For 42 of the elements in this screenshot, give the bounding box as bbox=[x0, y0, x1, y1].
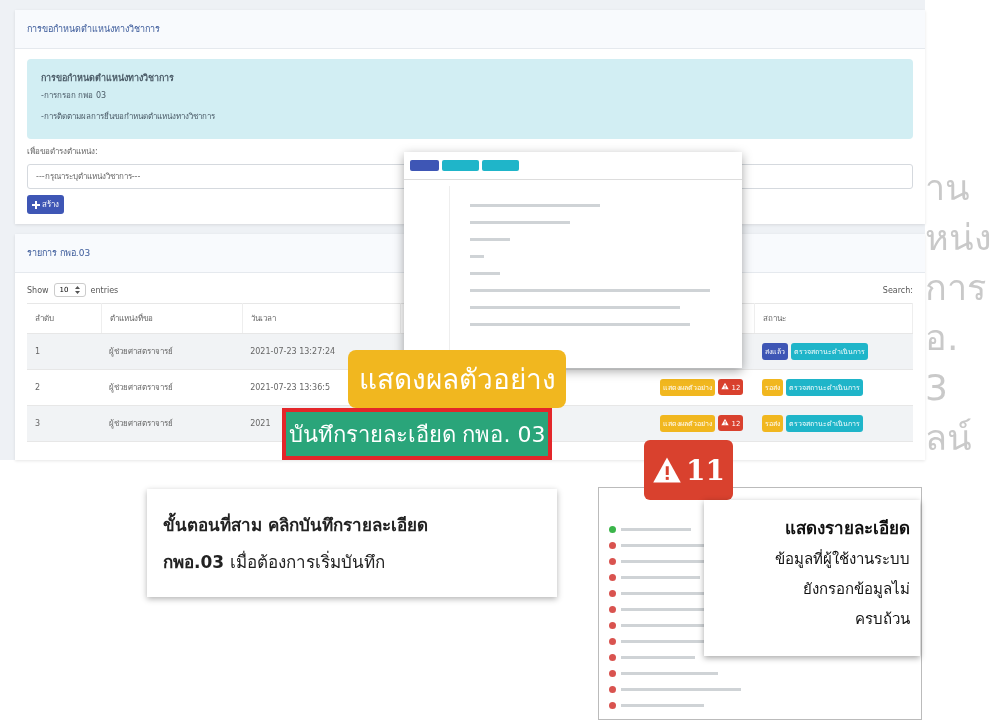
table-cell: 2 bbox=[35, 383, 41, 392]
search-label: Search: bbox=[882, 285, 913, 295]
info-line: -การติดตามผลการยื่นขอกำหนดตำแหน่งทางวิชาการ bbox=[41, 110, 216, 123]
table-cell: ผู้ช่วยศาสตราจารย์ bbox=[109, 347, 174, 356]
info-heading: การขอกำหนดตำแหน่งทางวิชาการ bbox=[41, 72, 175, 85]
table-cell: 2021-07-23 13:27:24 bbox=[250, 347, 336, 356]
card-title: รายการ กพอ.03 bbox=[27, 247, 91, 260]
plus-icon bbox=[32, 200, 40, 209]
column-header[interactable]: วันเวลา bbox=[250, 314, 276, 323]
entries-label: entries bbox=[90, 285, 119, 295]
print-button[interactable] bbox=[410, 160, 439, 171]
warning-callout: 11 bbox=[644, 440, 733, 500]
download-button[interactable] bbox=[482, 160, 519, 171]
blurred-text-line bbox=[470, 238, 510, 241]
warning-icon bbox=[652, 455, 682, 485]
warning-icon bbox=[721, 382, 730, 390]
info-line: -การกรอก กพอ 03 bbox=[41, 90, 108, 102]
note-line: ข้อมูลที่ผู้ใช้งานระบบ bbox=[775, 548, 910, 570]
preview-callout: แสดงผลตัวอย่าง bbox=[348, 350, 566, 408]
blurred-text-line bbox=[621, 528, 691, 531]
table-cell: 2021 bbox=[250, 419, 271, 428]
column-header[interactable]: สถานะ bbox=[762, 314, 786, 323]
step-note: ขั้นตอนที่สาม คลิกบันทึกรายละเอียด กพอ.03 เมื่อต้องการเริ่มบันทึก bbox=[147, 489, 557, 597]
record-details-callout: บันทึกรายละเอียด กพอ. 03 bbox=[282, 408, 552, 460]
sort-icon bbox=[74, 286, 80, 294]
column-header[interactable]: ลำดับ bbox=[35, 314, 54, 323]
note-title: แสดงรายละเอียด bbox=[785, 517, 910, 540]
blurred-text-line bbox=[470, 272, 500, 275]
table-cell: 2021-07-23 13:36:5 bbox=[250, 383, 331, 392]
note-line: ครบถ้วน bbox=[855, 609, 910, 630]
note-line: ยังกรอกข้อมูลไม่ bbox=[803, 579, 910, 600]
column-header[interactable]: ตำแหน่งที่ขอ bbox=[109, 314, 153, 323]
table-cell: ผู้ช่วยศาสตราจารย์ bbox=[109, 419, 174, 428]
toolbar-button[interactable] bbox=[442, 160, 479, 171]
table-cell: 3 bbox=[35, 419, 41, 428]
show-label: Show bbox=[27, 285, 49, 295]
table-cell: 1 bbox=[35, 347, 41, 356]
field-label: เพื่อขอดำรงตำแหน่ง: bbox=[27, 145, 99, 158]
create-button[interactable]: สร้าง bbox=[27, 195, 64, 214]
table-cell: ผู้ช่วยศาสตราจารย์ bbox=[109, 383, 174, 392]
warning-icon bbox=[721, 418, 730, 426]
card-title: การขอกำหนดตำแหน่งทางวิชาการ bbox=[27, 23, 160, 36]
